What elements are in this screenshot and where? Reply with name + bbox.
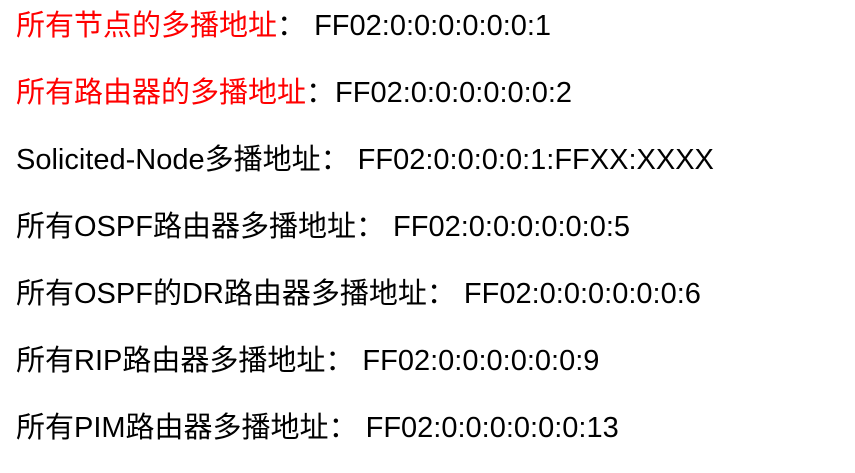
multicast-row-solicited-node: Solicited-Node多播地址： FF02:0:0:0:0:1:FFXX:… (16, 138, 855, 205)
row-address: FF02:0:0:0:0:1:FFXX:XXXX (357, 144, 714, 176)
multicast-row-all-routers: 所有路由器的多播地址：FF02:0:0:0:0:0:0:2 (16, 71, 855, 138)
multicast-row-all-nodes: 所有节点的多播地址： FF02:0:0:0:0:0:0:1 (16, 4, 855, 71)
row-address: FF02:0:0:0:0:0:0:9 (362, 345, 600, 377)
row-separator: ： (320, 144, 358, 176)
row-separator: ： (426, 278, 464, 310)
row-label: 所有路由器的多播地址 (16, 77, 307, 109)
row-label: 所有RIP路由器多播地址 (16, 345, 326, 377)
row-label: 所有PIM路由器多播地址 (16, 412, 329, 444)
row-label: 所有节点的多播地址 (16, 10, 278, 42)
row-separator: ： (325, 345, 363, 377)
row-separator: ： (277, 10, 315, 42)
row-separator: ： (328, 412, 366, 444)
row-separator: ： (355, 211, 394, 243)
row-label: 所有OSPF路由器多播地址 (16, 211, 356, 243)
multicast-row-pim-routers: 所有PIM路由器多播地址： FF02:0:0:0:0:0:0:13 (16, 406, 855, 473)
multicast-row-rip-routers: 所有RIP路由器多播地址： FF02:0:0:0:0:0:0:9 (16, 339, 855, 406)
row-address: FF02:0:0:0:0:0:0:13 (365, 412, 619, 444)
row-separator: ： (306, 77, 336, 109)
row-address: FF02:0:0:0:0:0:0:1 (314, 10, 552, 42)
multicast-address-list: 所有节点的多播地址： FF02:0:0:0:0:0:0:1 所有路由器的多播地址… (16, 4, 855, 473)
row-address: FF02:0:0:0:0:0:0:5 (393, 211, 631, 243)
row-address: FF02:0:0:0:0:0:0:6 (463, 278, 701, 310)
row-label: Solicited-Node多播地址 (16, 144, 321, 176)
multicast-row-ospf-dr-routers: 所有OSPF的DR路由器多播地址： FF02:0:0:0:0:0:0:6 (16, 272, 855, 339)
row-label: 所有OSPF的DR路由器多播地址 (16, 278, 427, 310)
multicast-row-ospf-routers: 所有OSPF路由器多播地址： FF02:0:0:0:0:0:0:5 (16, 205, 855, 272)
row-address: FF02:0:0:0:0:0:0:2 (335, 77, 573, 109)
